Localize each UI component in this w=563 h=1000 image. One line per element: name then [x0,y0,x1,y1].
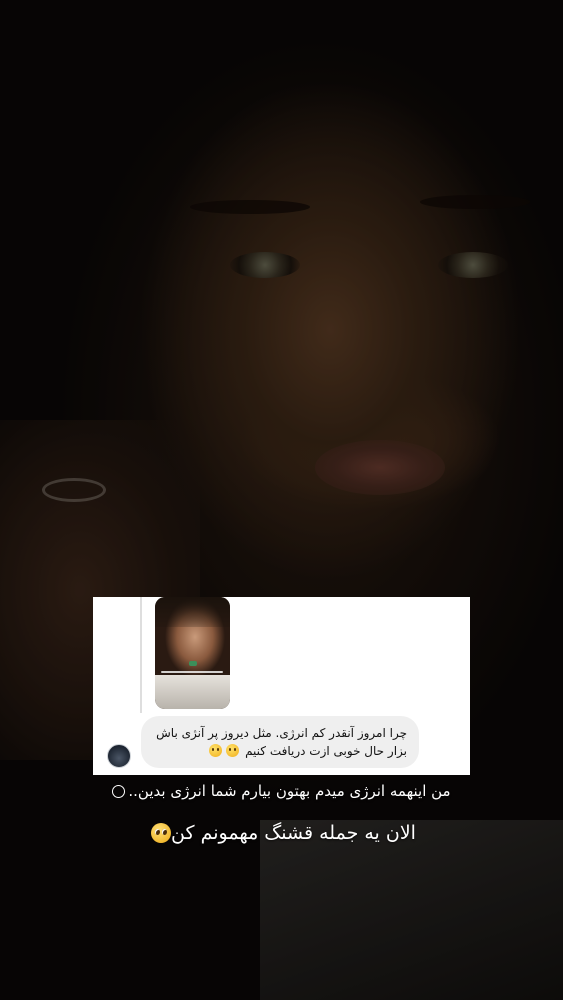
slight-smile-outline-icon [112,785,126,798]
photo-dim-overlay [0,0,563,1000]
pleading-face-icon [151,823,172,843]
story-caption-line-1: من اینهمه انرژی میدم بهتون بیارم شما انر… [0,782,563,800]
reply-screenshot-card[interactable]: چرا امروز آنقدر کم انرژی. مثل دیروز پر آ… [93,597,470,775]
slight-smile-emoji-icon [226,744,240,757]
story-caption-line-2: الان یه جمله قشنگ مهمونم کن [0,822,563,844]
thumbnail-sticker-icon [189,661,197,666]
story-thumbnail[interactable] [155,597,230,709]
thumbnail-hair [155,597,230,627]
slight-smile-emoji-icon [209,744,223,757]
comment-line-2: بزار حال خوبی ازت دریافت کنیم [153,742,407,760]
comment-line-1: چرا امروز آنقدر کم انرژی. مثل دیروز پر آ… [156,726,407,740]
caption-line-2-text: الان یه جمله قشنگ مهمونم کن [171,822,416,844]
thread-line [140,597,142,713]
thumbnail-shirt [155,675,230,709]
commenter-avatar[interactable] [107,744,131,768]
comment-line-2-text: بزار حال خوبی ازت دریافت کنیم [245,744,407,758]
comment-bubble: چرا امروز آنقدر کم انرژی. مثل دیروز پر آ… [141,716,419,768]
caption-line-1-text: من اینهمه انرژی میدم بهتون بیارم شما انر… [128,782,451,800]
